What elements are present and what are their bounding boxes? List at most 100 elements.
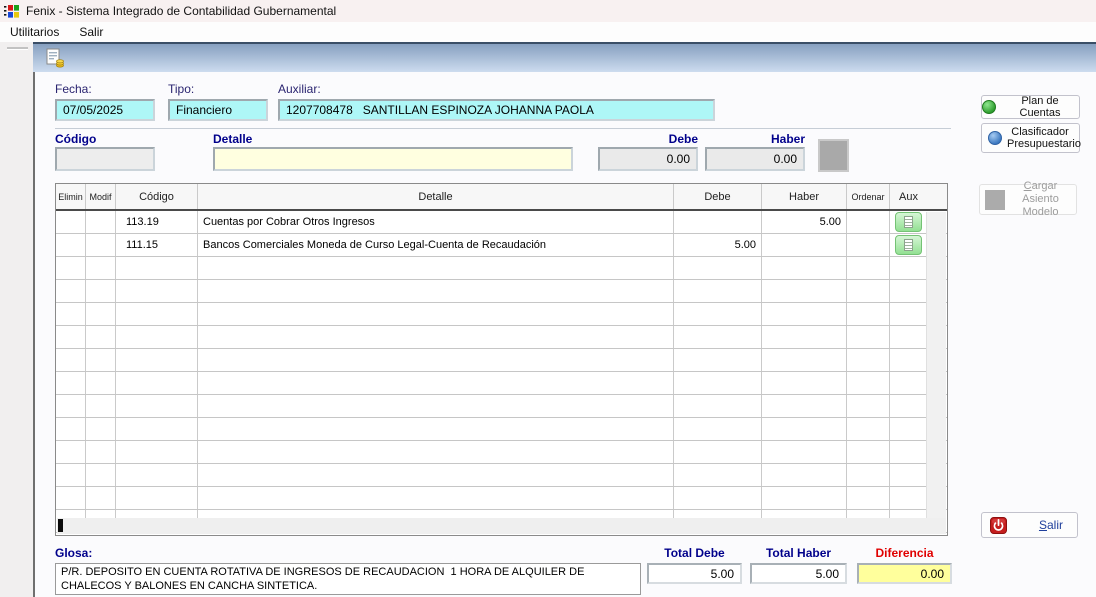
journal-document-icon[interactable]	[44, 47, 66, 69]
tipo-field[interactable]: Financiero	[168, 99, 268, 121]
cell-ordenar	[847, 464, 890, 486]
cell-detalle	[198, 441, 674, 463]
aux-detail-button[interactable]	[895, 212, 922, 232]
cell-aux	[890, 464, 927, 486]
column-header-ordenar: Ordenar	[847, 184, 890, 209]
cell-ordenar	[847, 395, 890, 417]
cell-elimin	[56, 280, 86, 302]
cell-haber	[762, 372, 847, 394]
horizontal-scrollbar-thumb[interactable]	[58, 519, 63, 532]
total-debe-label: Total Debe	[664, 546, 725, 560]
cell-elimin	[56, 349, 86, 371]
cell-elimin	[56, 211, 86, 233]
column-header-haber: Haber	[762, 184, 847, 209]
menu-item-salir[interactable]: Salir	[69, 23, 113, 41]
salir-button[interactable]: Salir	[981, 512, 1078, 538]
windows-logo-icon	[4, 4, 20, 19]
cell-debe	[674, 464, 762, 486]
cargar-asiento-modelo-button[interactable]: Cargar Asiento Modelo	[979, 180, 1077, 218]
clasificador-presupuestario-button[interactable]: Clasificador Presupuestario	[981, 123, 1081, 153]
table-row	[56, 487, 947, 510]
total-haber-label: Total Haber	[765, 546, 832, 560]
cell-ordenar	[847, 372, 890, 394]
plan-de-cuentas-button[interactable]: Plan de Cuentas	[981, 95, 1080, 119]
cell-haber	[762, 487, 847, 509]
cell-elimin	[56, 372, 86, 394]
cell-elimin	[56, 303, 86, 325]
cell-detalle	[198, 372, 674, 394]
vertical-scrollbar[interactable]	[926, 212, 946, 518]
cell-ordenar	[847, 441, 890, 463]
cell-ordenar	[847, 326, 890, 348]
cell-detalle	[198, 280, 674, 302]
glosa-label: Glosa:	[55, 546, 93, 560]
clasificador-label: Clasificador Presupuestario	[1007, 126, 1081, 150]
cell-elimin	[56, 441, 86, 463]
cell-detalle	[198, 418, 674, 440]
collapsed-side-panel	[0, 42, 35, 597]
cell-codigo	[116, 395, 198, 417]
cell-haber	[762, 234, 847, 256]
haber-entry-field[interactable]: 0.00	[705, 147, 805, 171]
codigo-entry-field[interactable]	[55, 147, 155, 171]
table-row	[56, 303, 947, 326]
aux-detail-button[interactable]	[895, 235, 922, 255]
cell-modif	[86, 372, 116, 394]
cell-modif	[86, 280, 116, 302]
add-entry-button[interactable]	[818, 139, 849, 172]
table-row	[56, 257, 947, 280]
cell-elimin	[56, 257, 86, 279]
cell-debe	[674, 487, 762, 509]
cell-detalle	[198, 487, 674, 509]
debe-entry-field[interactable]: 0.00	[598, 147, 698, 171]
cell-haber	[762, 303, 847, 325]
cell-aux	[890, 418, 927, 440]
panel-splitter-handle[interactable]	[7, 47, 28, 50]
menu-item-utilitarios[interactable]: Utilitarios	[0, 23, 69, 41]
auxiliar-field[interactable]: 1207708478 SANTILLAN ESPINOZA JOHANNA PA…	[278, 99, 715, 121]
cell-aux	[890, 349, 927, 371]
cell-ordenar	[847, 418, 890, 440]
cell-detalle	[198, 257, 674, 279]
cell-modif	[86, 395, 116, 417]
cell-ordenar	[847, 303, 890, 325]
cell-aux	[890, 303, 927, 325]
plan-de-cuentas-label: Plan de Cuentas	[1019, 95, 1061, 119]
cell-elimin	[56, 487, 86, 509]
glosa-textarea[interactable]: P/R. DEPOSITO EN CUENTA ROTATIVA DE INGR…	[55, 563, 641, 595]
table-row	[56, 280, 947, 303]
table-row	[56, 349, 947, 372]
cell-detalle	[198, 326, 674, 348]
detalle-entry-label: Detalle	[213, 132, 253, 146]
cell-modif	[86, 211, 116, 233]
cell-codigo: 111.15	[116, 234, 198, 256]
fecha-field[interactable]: 07/05/2025	[55, 99, 155, 121]
cell-codigo	[116, 349, 198, 371]
cell-modif	[86, 418, 116, 440]
total-haber-value: 5.00	[750, 563, 847, 584]
table-row	[56, 441, 947, 464]
table-row	[56, 418, 947, 441]
table-row	[56, 326, 947, 349]
cell-debe	[674, 303, 762, 325]
salir-button-label: Salir	[1038, 518, 1063, 532]
cell-aux	[890, 395, 927, 417]
cell-haber	[762, 280, 847, 302]
cell-haber: 5.00	[762, 211, 847, 233]
cell-elimin	[56, 418, 86, 440]
cell-ordenar	[847, 349, 890, 371]
codigo-entry-label: Código	[55, 132, 97, 146]
cell-codigo	[116, 280, 198, 302]
cell-modif	[86, 234, 116, 256]
cell-debe	[674, 372, 762, 394]
column-header-debe: Debe	[674, 184, 762, 209]
table-row	[56, 464, 947, 487]
cell-ordenar	[847, 211, 890, 233]
horizontal-scrollbar[interactable]	[57, 518, 946, 534]
table-row: 113.19 Cuentas por Cobrar Otros Ingresos 5…	[56, 211, 947, 234]
document-icon	[904, 239, 913, 251]
cell-aux	[890, 280, 927, 302]
detalle-entry-field[interactable]	[213, 147, 573, 171]
cell-codigo	[116, 441, 198, 463]
cell-elimin	[56, 234, 86, 256]
